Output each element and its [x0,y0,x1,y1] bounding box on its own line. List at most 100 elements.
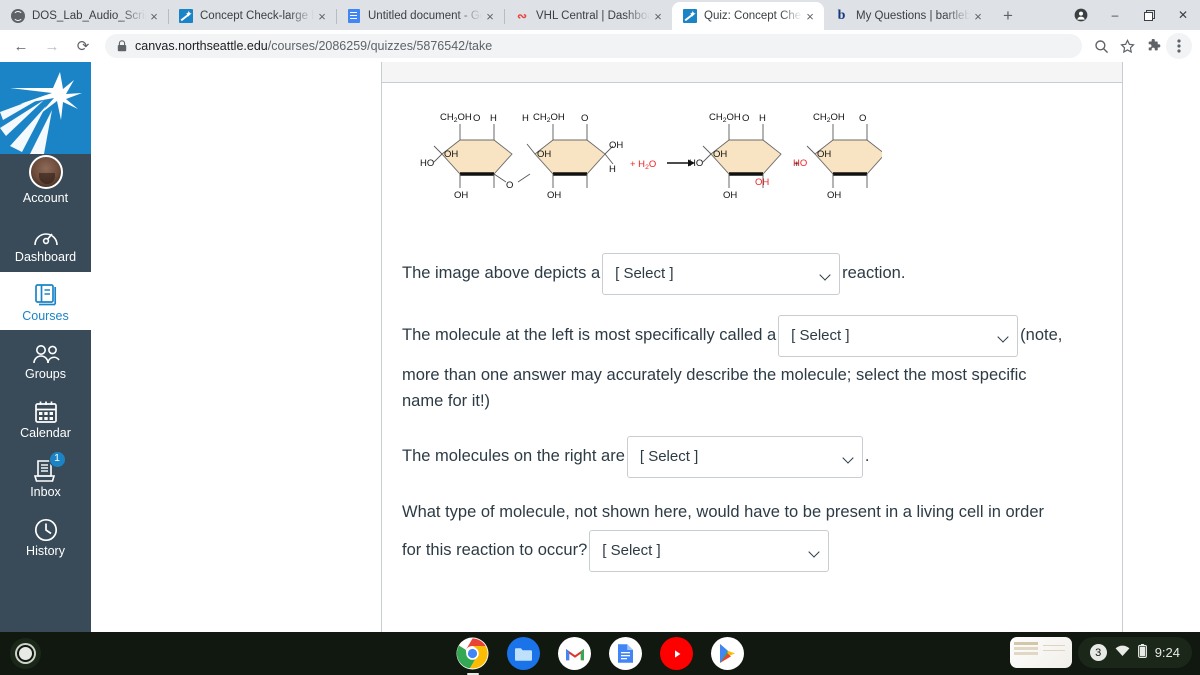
browser-tab-4-active[interactable]: Quiz: Concept Check-la × [672,2,824,30]
history-clock-icon [34,516,58,542]
youtube-icon[interactable] [660,637,693,670]
question-4-select[interactable]: [ Select ] [589,529,830,572]
sidebar-item-account[interactable]: Account [0,154,91,213]
system-tray: 3 9:24 [1009,637,1192,668]
chrome-browser-window: DOS_Lab_Audio_Script × Concept Check-lar… [0,0,1200,675]
svg-text:OH: OH [723,190,737,201]
close-tab-icon[interactable]: × [650,8,666,24]
tab-title: DOS_Lab_Audio_Script [32,10,146,22]
new-tab-button[interactable]: + [994,2,1022,30]
wifi-icon [1115,645,1130,660]
sidebar-item-label: Courses [22,308,69,323]
dashboard-icon [33,222,59,248]
tab-title: Quiz: Concept Check-la [704,10,802,22]
window-controls: – ✕ [1064,0,1200,30]
quiz-content-area: .lbl { font-family:"Liberation Sans",san… [91,62,1200,632]
search-icon[interactable] [1088,33,1114,59]
quiz-question-2: The molecule at the left is most specifi… [402,315,1102,414]
browser-tab-0[interactable]: DOS_Lab_Audio_Script × [0,2,168,30]
vhl-icon: ∾ [516,9,527,23]
play-store-icon[interactable] [711,637,744,670]
svg-text:H: H [522,113,529,124]
files-icon[interactable] [507,637,540,670]
tab-title: Concept Check-large bi [200,10,314,22]
svg-text:HO: HO [689,158,703,169]
svg-text:OH: OH [537,149,551,160]
extensions-puzzle-icon[interactable] [1140,33,1166,59]
sidebar-item-courses[interactable]: Courses [0,271,91,331]
north-seattle-college-star-logo[interactable] [0,62,91,154]
sidebar-item-calendar[interactable]: Calendar [0,389,91,448]
svg-text:OH: OH [609,140,623,151]
courses-book-icon [34,281,58,307]
svg-text:O: O [473,113,480,124]
screen-capture-thumbnail[interactable] [1009,637,1072,668]
browser-tab-1[interactable]: Concept Check-large bi × [168,2,336,30]
close-tab-icon[interactable]: × [970,8,986,24]
google-docs-icon[interactable] [609,637,642,670]
calendar-icon [34,398,58,424]
sidebar-item-label: Account [22,191,69,205]
browser-toolbar: ← → ⟳ canvas.northseattle.edu/courses/20… [0,30,1200,62]
globe-icon [10,9,25,24]
sidebar-item-label: Inbox [30,484,61,499]
status-area[interactable]: 3 9:24 [1077,637,1192,668]
gmail-icon[interactable] [558,637,591,670]
chromeos-shelf: 3 9:24 [0,632,1200,675]
svg-text:H: H [490,113,497,124]
question-4-text-before-2: for this reaction to occur? [402,540,588,559]
groups-people-icon [31,339,61,365]
question-2-text-continued: more than one answer may accurately desc… [402,366,1027,410]
user-avatar [28,155,63,189]
chrome-icon[interactable] [456,637,489,675]
svg-text:OH: OH [444,149,458,160]
quiz-question-4: What type of molecule, not shown here, w… [402,500,1102,572]
question-1-text-before: The image above depicts a [402,264,601,283]
question-3-select[interactable]: [ Select ] [626,436,863,479]
quiz-question-header [382,62,1122,83]
svg-text:OH: OH [817,149,831,160]
address-bar[interactable]: canvas.northseattle.edu/courses/2086259/… [105,34,1082,58]
sidebar-item-label: Calendar [20,426,71,440]
browser-tab-3[interactable]: ∾ VHL Central | Dashboa × [504,2,672,30]
lock-icon [117,40,127,52]
svg-text:CH2OH: CH2OH [813,112,845,124]
web-page: Account Dashboard Courses Groups Calenda… [0,62,1200,632]
close-tab-icon[interactable]: × [482,8,498,24]
svg-text:OH: OH [827,190,841,201]
sidebar-item-dashboard[interactable]: Dashboard [0,213,91,272]
close-tab-icon[interactable]: × [146,8,162,24]
svg-text:CH2OH: CH2OH [709,112,741,124]
inbox-unread-badge: 1 [48,450,66,468]
tab-strip: DOS_Lab_Audio_Script × Concept Check-lar… [0,0,1200,30]
svg-text:OH: OH [755,177,769,188]
close-tab-icon[interactable]: × [314,8,330,24]
question-2-select[interactable]: [ Select ] [778,315,1019,357]
question-2-text-after: (note, [1020,326,1063,345]
chrome-menu-icon[interactable] [1166,33,1192,59]
bartleby-icon: b [837,8,846,23]
maximize-button[interactable] [1132,0,1166,30]
tab-title: VHL Central | Dashboa [536,10,650,22]
reload-button[interactable]: ⟳ [70,33,96,59]
question-3-text-after: . [864,447,870,466]
close-tab-icon[interactable]: × [802,8,818,24]
browser-tab-5[interactable]: b My Questions | bartleby × [824,2,992,30]
inbox-tray-icon: 1 [33,450,66,483]
question-1-select[interactable]: [ Select ] [602,253,841,295]
svg-text:OH: OH [454,190,468,201]
hydrolysis-reaction-figure: .lbl { font-family:"Liberation Sans",san… [420,104,1102,239]
profile-icon[interactable] [1064,0,1098,30]
url-path: /courses/2086259/quizzes/5876542/take [267,39,493,53]
sidebar-item-history[interactable]: History [0,507,91,566]
browser-tab-2[interactable]: Untitled document - Go × [336,2,504,30]
minimize-button[interactable]: – [1098,0,1132,30]
tab-title: Untitled document - Go [368,10,482,22]
svg-text:O: O [742,113,749,124]
back-button[interactable]: ← [8,33,34,59]
close-window-button[interactable]: ✕ [1166,0,1200,30]
bookmark-star-icon[interactable] [1114,33,1140,59]
sidebar-item-inbox[interactable]: 1 Inbox [0,448,91,507]
sidebar-item-groups[interactable]: Groups [0,330,91,389]
forward-button[interactable]: → [39,33,65,59]
